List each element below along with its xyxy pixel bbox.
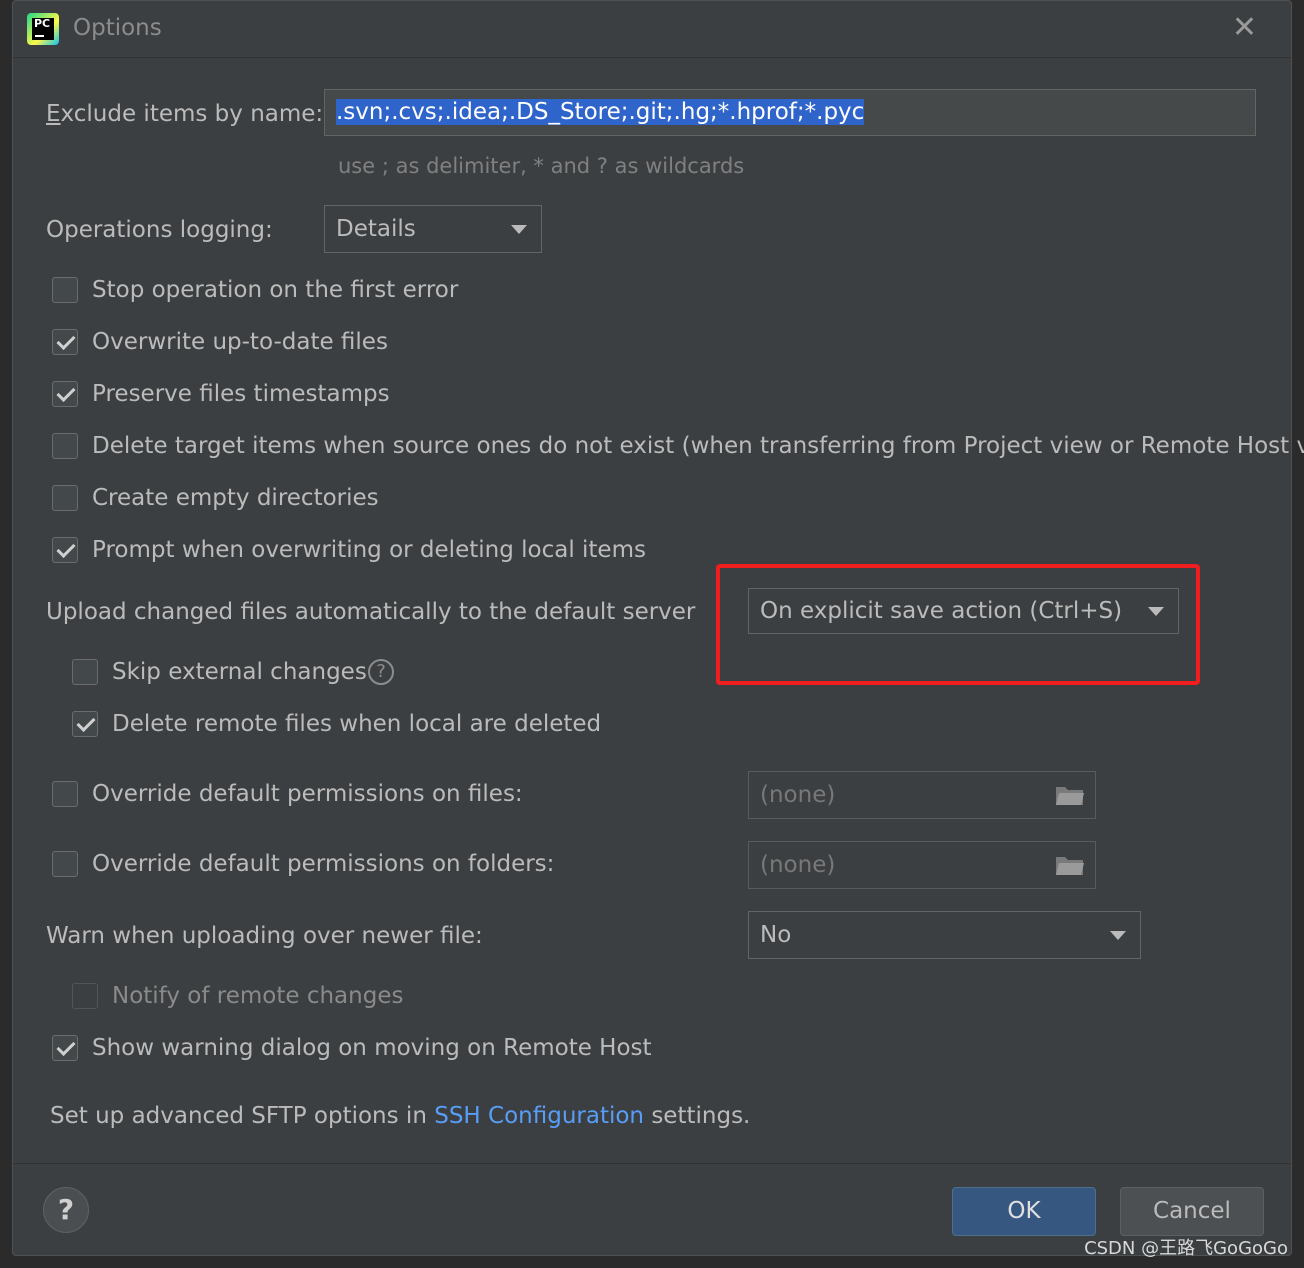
background-ide [0, 0, 12, 1268]
exclude-label-mnemonic: E [46, 101, 61, 127]
sftp-line: Set up advanced SFTP options in SSH Conf… [50, 1103, 750, 1129]
skip-external-label: Skip external changes [112, 659, 367, 685]
show-warning-checkbox[interactable] [52, 1035, 78, 1061]
exclude-hint: use ; as delimiter, * and ? as wildcards [338, 154, 745, 178]
exclude-label-text: xclude items by name: [60, 101, 324, 127]
checkbox[interactable] [52, 277, 78, 303]
checkbox[interactable] [52, 433, 78, 459]
show-warning-label: Show warning dialog on moving on Remote … [92, 1035, 652, 1061]
title-bar: PC Options ✕ [13, 1, 1291, 58]
folder-icon[interactable] [1055, 784, 1085, 806]
chevron-down-icon [1110, 931, 1126, 940]
checkbox[interactable] [52, 329, 78, 355]
close-icon[interactable]: ✕ [1232, 13, 1257, 43]
options-dialog: PC Options ✕ Exclude items by name: .svn… [12, 0, 1304, 1256]
sftp-prefix: Set up advanced SFTP options in [50, 1103, 427, 1129]
delete-remote-label: Delete remote files when local are delet… [112, 711, 602, 737]
option-label: Stop operation on the first error [92, 277, 459, 303]
notify-remote-checkbox [72, 983, 98, 1009]
warn-label: Warn when uploading over newer file: [46, 923, 483, 949]
sftp-suffix: settings. [651, 1103, 751, 1129]
checkbox[interactable] [52, 381, 78, 407]
files-permissions-input[interactable]: (none) [748, 771, 1096, 819]
logging-label: Operations logging: [46, 217, 273, 243]
help-button[interactable]: ? [43, 1187, 89, 1233]
highlight-annotation [716, 564, 1200, 685]
checkbox[interactable] [52, 537, 78, 563]
upload-label: Upload changed files automatically to th… [46, 599, 696, 625]
logging-dropdown[interactable]: Details [324, 205, 542, 253]
warn-dropdown[interactable]: No [748, 911, 1141, 959]
watermark: CSDN @王路飞GoGoGo [1084, 1238, 1288, 1259]
dialog-title: Options [73, 15, 162, 41]
exclude-input[interactable]: .svn;.cvs;.idea;.DS_Store;.git;.hg;*.hpr… [324, 89, 1256, 136]
option-label: Prompt when overwriting or deleting loca… [92, 537, 646, 563]
files-permissions-checkbox[interactable] [52, 781, 78, 807]
folders-permissions-checkbox[interactable] [52, 851, 78, 877]
footer-divider [13, 1163, 1291, 1164]
pycharm-logo-icon: PC [27, 13, 59, 45]
files-permissions-label: Override default permissions on files: [92, 781, 523, 807]
ssh-configuration-link[interactable]: SSH Configuration [434, 1103, 644, 1129]
files-permissions-value: (none) [760, 782, 836, 808]
cancel-button[interactable]: Cancel [1120, 1187, 1264, 1236]
option-label: Overwrite up-to-date files [92, 329, 388, 355]
checkbox[interactable] [52, 485, 78, 511]
help-icon[interactable]: ? [368, 659, 394, 685]
notify-remote-label: Notify of remote changes [112, 983, 404, 1009]
folders-permissions-label: Override default permissions on folders: [92, 851, 555, 877]
background-ide-right [1292, 0, 1304, 1268]
ok-button[interactable]: OK [952, 1187, 1096, 1236]
folders-permissions-value: (none) [760, 852, 836, 878]
option-label: Delete target items when source ones do … [92, 433, 1304, 459]
chevron-down-icon [511, 225, 527, 234]
warn-dropdown-value: No [760, 922, 792, 948]
option-label: Preserve files timestamps [92, 381, 390, 407]
delete-remote-checkbox[interactable] [72, 711, 98, 737]
skip-external-checkbox[interactable] [72, 659, 98, 685]
option-label: Create empty directories [92, 485, 379, 511]
exclude-input-value: .svn;.cvs;.idea;.DS_Store;.git;.hg;*.hpr… [336, 99, 865, 125]
folders-permissions-input[interactable]: (none) [748, 841, 1096, 889]
folder-icon[interactable] [1055, 854, 1085, 876]
logging-dropdown-value: Details [336, 216, 416, 242]
exclude-label: Exclude items by name: [46, 101, 323, 127]
